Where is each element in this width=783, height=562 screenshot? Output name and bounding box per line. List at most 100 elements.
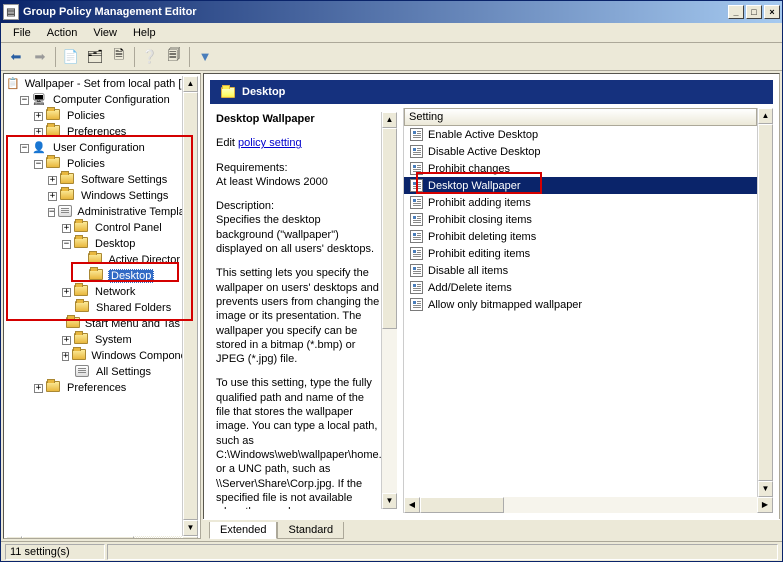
tree-panel[interactable]: 📋Wallpaper - Set from local path [LB −🖥C… <box>3 73 201 539</box>
tree-cc-policies[interactable]: +Policies <box>6 108 182 124</box>
collapse-icon[interactable]: − <box>62 240 71 249</box>
list-item[interactable]: Desktop Wallpaper <box>404 177 757 194</box>
expand-icon[interactable]: + <box>62 352 69 361</box>
menu-file[interactable]: File <box>5 25 39 41</box>
tree-desktop-desktop[interactable]: Desktop <box>6 268 182 284</box>
folder-icon <box>220 85 236 99</box>
list-item[interactable]: Prohibit adding items <box>404 194 757 211</box>
expand-icon[interactable]: + <box>34 384 43 393</box>
tree-cc-preferences[interactable]: +Preferences <box>6 124 182 140</box>
refresh-button[interactable]: 🗐 <box>163 46 185 68</box>
collapse-icon[interactable]: − <box>20 144 29 153</box>
list-item-label: Prohibit adding items <box>428 197 531 209</box>
policy-icon <box>408 145 424 159</box>
menu-action[interactable]: Action <box>39 25 86 41</box>
menu-help[interactable]: Help <box>125 25 164 41</box>
expand-icon[interactable]: + <box>62 336 71 345</box>
close-button[interactable]: × <box>764 5 780 19</box>
setting-title: Desktop Wallpaper <box>216 112 381 126</box>
tab-extended[interactable]: Extended <box>209 522 277 539</box>
description-p2: This setting lets you specify the wallpa… <box>216 266 381 366</box>
column-header-setting[interactable]: Setting <box>404 108 757 126</box>
tree-desktop[interactable]: −Desktop <box>6 236 182 252</box>
tree-control-panel[interactable]: +Control Panel <box>6 220 182 236</box>
minimize-button[interactable]: _ <box>728 5 744 19</box>
tree-windows-settings[interactable]: +Windows Settings <box>6 188 182 204</box>
tree-shared-folders[interactable]: Shared Folders <box>6 300 182 316</box>
list-item[interactable]: Disable all items <box>404 262 757 279</box>
up-button[interactable]: 📄 <box>60 46 82 68</box>
collapse-icon[interactable]: − <box>34 160 43 169</box>
tree-windows-components[interactable]: +Windows Compone <box>6 348 182 364</box>
list-item-label: Prohibit closing items <box>428 214 532 226</box>
content-header: Desktop <box>210 80 773 104</box>
list-item[interactable]: Prohibit closing items <box>404 211 757 228</box>
properties-button[interactable]: 🗂 <box>84 46 106 68</box>
list-item[interactable]: Add/Delete items <box>404 279 757 296</box>
tree-active-directory[interactable]: Active Director <box>6 252 182 268</box>
tree-software-settings[interactable]: +Software Settings <box>6 172 182 188</box>
tree-root[interactable]: 📋Wallpaper - Set from local path [LB <box>6 76 182 92</box>
list-item[interactable]: Prohibit editing items <box>404 245 757 262</box>
tree-uc-policies[interactable]: −Policies <box>6 156 182 172</box>
description-p3: To use this setting, type the fully qual… <box>216 376 381 509</box>
list-item-label: Disable Active Desktop <box>428 146 541 158</box>
collapse-icon[interactable]: − <box>20 96 29 105</box>
tree-computer-config[interactable]: −🖥Computer Configuration <box>6 92 182 108</box>
expand-icon[interactable]: + <box>34 128 43 137</box>
help-button[interactable]: ❔ <box>139 46 161 68</box>
policy-icon <box>408 196 424 210</box>
maximize-button[interactable]: □ <box>746 5 762 19</box>
policy-icon <box>408 281 424 295</box>
list-item[interactable]: Enable Active Desktop <box>404 126 757 143</box>
tree-network[interactable]: +Network <box>6 284 182 300</box>
policy-icon <box>408 179 424 193</box>
expand-icon[interactable]: + <box>48 176 57 185</box>
expand-icon[interactable]: + <box>62 224 71 233</box>
desc-scrollbar-v[interactable]: ▲▼ <box>381 112 397 509</box>
tree-system[interactable]: +System <box>6 332 182 348</box>
expand-icon[interactable]: + <box>62 288 71 297</box>
edit-policy-link[interactable]: policy setting <box>238 137 302 149</box>
tree-user-config[interactable]: −👤User Configuration <box>6 140 182 156</box>
policy-icon <box>408 230 424 244</box>
menu-view[interactable]: View <box>85 25 125 41</box>
tab-standard[interactable]: Standard <box>277 522 344 539</box>
tree-admin-templates[interactable]: −Administrative Templat <box>6 204 182 220</box>
description-panel: Desktop Wallpaper Edit policy setting Re… <box>210 108 404 513</box>
list-item[interactable]: Disable Active Desktop <box>404 143 757 160</box>
list-item-label: Add/Delete items <box>428 282 512 294</box>
status-text: 11 setting(s) <box>5 544 105 560</box>
tree-scrollbar-v[interactable]: ▲▼ <box>182 76 198 536</box>
back-button[interactable]: ⬅ <box>5 46 27 68</box>
tree-all-settings[interactable]: All Settings <box>6 364 182 380</box>
list-scrollbar-h[interactable]: ◀▶ <box>404 497 773 513</box>
requirements-text: At least Windows 2000 <box>216 176 328 188</box>
menubar: File Action View Help <box>1 23 782 43</box>
tree-scrollbar-h[interactable]: ◀▶ <box>6 536 198 539</box>
expand-icon[interactable]: + <box>48 192 57 201</box>
forward-button[interactable]: ➡ <box>29 46 51 68</box>
expand-icon[interactable]: + <box>34 112 43 121</box>
list-item-label: Allow only bitmapped wallpaper <box>428 299 582 311</box>
list-item-label: Enable Active Desktop <box>428 129 538 141</box>
list-item[interactable]: Prohibit changes <box>404 160 757 177</box>
list-item-label: Prohibit deleting items <box>428 231 536 243</box>
policy-icon <box>408 247 424 261</box>
policy-icon <box>408 128 424 142</box>
window-title: Group Policy Management Editor <box>23 6 728 18</box>
list-item[interactable]: Prohibit deleting items <box>404 228 757 245</box>
collapse-icon[interactable]: − <box>48 208 55 217</box>
settings-list: Setting Enable Active Desktop Disable Act… <box>404 108 773 513</box>
toolbar: ⬅ ➡ 📄 🗂 🗎 ❔ 🗐 ▼ <box>1 43 782 71</box>
description-label: Description: <box>216 200 274 212</box>
policy-icon <box>408 264 424 278</box>
tree-start-menu[interactable]: Start Menu and Tas <box>6 316 182 332</box>
requirements-label: Requirements: <box>216 162 288 174</box>
tree-uc-preferences[interactable]: +Preferences <box>6 380 182 396</box>
list-scrollbar-v[interactable]: ▲▼ <box>757 108 773 497</box>
export-button[interactable]: 🗎 <box>108 46 130 68</box>
filter-button[interactable]: ▼ <box>194 46 216 68</box>
list-item[interactable]: Allow only bitmapped wallpaper <box>404 296 757 313</box>
list-item-label: Prohibit editing items <box>428 248 530 260</box>
